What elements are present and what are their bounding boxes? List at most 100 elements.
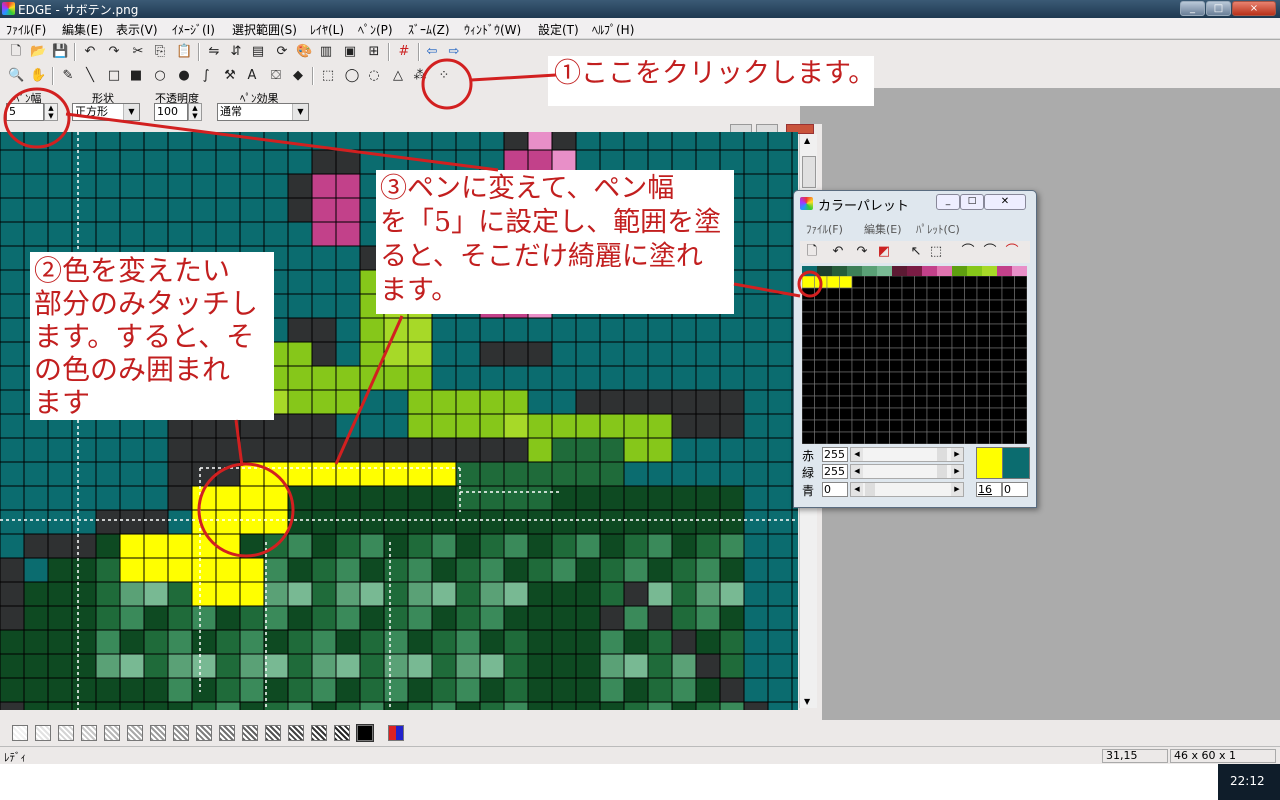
hammer-icon[interactable]: ⚒ [222, 68, 238, 84]
minimize-button[interactable]: _ [1180, 1, 1205, 16]
scroll-up-icon[interactable]: ▲ [804, 136, 810, 145]
opacity-spinner[interactable]: ▲ ▼ [188, 103, 202, 121]
palette-select-icon[interactable]: ⬚ [928, 244, 944, 260]
scroll-thumb[interactable] [802, 156, 816, 188]
palette-icon[interactable]: 🎨 [296, 44, 312, 60]
pattern-swatch[interactable] [173, 725, 189, 741]
grid-icon[interactable]: # [396, 44, 412, 60]
pattern-swatch[interactable] [242, 725, 258, 741]
pattern-swatch[interactable] [219, 725, 235, 741]
filled-rect-icon[interactable]: ■ [128, 68, 144, 84]
palette-redo-icon[interactable]: ↷ [854, 244, 870, 260]
palette-close-button[interactable]: ✕ [984, 194, 1026, 210]
close-button[interactable]: × [1232, 1, 1276, 16]
curve-icon[interactable]: ∫ [198, 68, 214, 84]
menu-settings[interactable]: 設定(T) [538, 21, 579, 38]
select-rect-icon[interactable]: ⬚ [320, 68, 336, 84]
circle-icon[interactable]: ○ [152, 68, 168, 84]
select-poly-icon[interactable]: △ [390, 68, 406, 84]
pen-effect-select[interactable]: 通常 ▼ [217, 103, 309, 121]
rect-icon[interactable]: □ [106, 68, 122, 84]
pattern-swatch[interactable] [12, 725, 28, 741]
palette-menu-palette[interactable]: ﾊﾟﾚｯﾄ(C) [916, 221, 960, 237]
bucket-icon[interactable]: ⛋ [268, 68, 284, 84]
prev-icon[interactable]: ⇦ [424, 44, 440, 60]
open-icon[interactable]: 📂 [30, 44, 46, 60]
pattern-swatch[interactable] [58, 725, 74, 741]
blue-slider[interactable]: ◀ ▶ [850, 482, 964, 497]
copy-icon[interactable]: ⎘ [152, 44, 168, 60]
pattern-swatch[interactable] [150, 725, 166, 741]
hand-icon[interactable]: ✋ [30, 68, 46, 84]
scroll-down-icon[interactable]: ▼ [804, 697, 810, 706]
paste-icon[interactable]: 📋 [176, 44, 192, 60]
pattern-swatch[interactable] [288, 725, 304, 741]
zoom-icon[interactable]: 🔍 [8, 68, 24, 84]
palette-menu-edit[interactable]: 編集(E) [864, 221, 902, 237]
filled-circle-icon[interactable]: ● [176, 68, 192, 84]
palette-undo-icon[interactable]: ↶ [830, 244, 846, 260]
palette-gradient3-icon[interactable]: ⌒ [1004, 244, 1020, 260]
pattern-swatch[interactable] [311, 725, 327, 741]
palette-maximize-button[interactable]: □ [960, 194, 984, 210]
red-value[interactable]: 255 [822, 447, 848, 462]
pen-width-spinner[interactable]: ▲ ▼ [44, 103, 58, 121]
palette-gradient1-icon[interactable]: ⌒ [960, 244, 976, 260]
image-icon[interactable]: ▣ [342, 44, 358, 60]
shape-select[interactable]: 正方形 ▼ [72, 103, 140, 121]
next-icon[interactable]: ⇨ [446, 44, 462, 60]
palette-gradient2-icon[interactable]: ⌒ [982, 244, 998, 260]
menu-edit[interactable]: 編集(E) [62, 21, 103, 38]
menu-image[interactable]: ｲﾒｰｼﾞ(I) [172, 21, 215, 38]
palette-menu-file[interactable]: ﾌｧｲﾙ(F) [806, 221, 843, 237]
menu-file[interactable]: ﾌｧｲﾙ(F) [6, 21, 46, 38]
pattern-swatch[interactable] [196, 725, 212, 741]
magic-wand-icon[interactable]: ⁂ [412, 68, 428, 84]
palette-color-icon[interactable]: ◩ [876, 244, 892, 260]
palette-color-grid[interactable] [802, 276, 1027, 444]
green-slider[interactable]: ◀ ▶ [850, 464, 964, 479]
scale-icon[interactable]: ▤ [250, 44, 266, 60]
menu-window[interactable]: ｳｨﾝﾄﾞｳ(W) [464, 21, 521, 38]
undo-icon[interactable]: ↶ [82, 44, 98, 60]
palette-new-icon[interactable]: 🗋 [804, 244, 820, 260]
select-circle-icon[interactable]: ◯ [344, 68, 360, 84]
pattern-swatch[interactable] [104, 725, 120, 741]
menu-pen[interactable]: ﾍﾟﾝ(P) [358, 21, 393, 38]
text-icon[interactable]: A [244, 68, 260, 84]
pen-icon[interactable]: ✎ [60, 68, 76, 84]
preview-icon[interactable]: ⊞ [366, 44, 382, 60]
rotate-icon[interactable]: ⟳ [274, 44, 290, 60]
palette-pointer-icon[interactable]: ↖ [908, 244, 924, 260]
menu-help[interactable]: ﾍﾙﾌﾟ(H) [592, 21, 634, 38]
menu-view[interactable]: 表示(V) [116, 21, 158, 38]
pen-width-input[interactable]: 5 [6, 103, 44, 121]
pattern-swatch[interactable] [356, 724, 374, 742]
menu-zoom[interactable]: ｽﾞｰﾑ(Z) [408, 21, 450, 38]
menu-layer[interactable]: ﾚｲﾔ(L) [310, 21, 344, 38]
red-slider[interactable]: ◀ ▶ [850, 447, 964, 462]
pattern-swatch[interactable] [127, 725, 143, 741]
line-icon[interactable]: ╲ [82, 68, 98, 84]
palette-minimize-button[interactable]: _ [936, 194, 960, 210]
redo-icon[interactable]: ↷ [106, 44, 122, 60]
pattern-swatch[interactable] [334, 725, 350, 741]
layer-icon[interactable]: ▥ [318, 44, 334, 60]
menu-selection[interactable]: 選択範囲(S) [232, 21, 297, 38]
pattern-swatch[interactable] [35, 725, 51, 741]
flip-v-icon[interactable]: ⇵ [228, 44, 244, 60]
pattern-swatch[interactable] [265, 725, 281, 741]
save-icon[interactable]: 💾 [52, 44, 68, 60]
flip-h-icon[interactable]: ⇋ [206, 44, 222, 60]
color-select-icon[interactable]: ⁘ [436, 68, 452, 84]
cut-icon[interactable]: ✂ [130, 44, 146, 60]
opacity-input[interactable]: 100 [154, 103, 188, 121]
fill-icon[interactable]: ◆ [290, 68, 306, 84]
new-icon[interactable]: 🗋 [8, 44, 24, 60]
green-value[interactable]: 255 [822, 464, 848, 479]
pattern-swatch[interactable] [81, 725, 97, 741]
maximize-button[interactable]: □ [1206, 1, 1231, 16]
pattern-color-icon[interactable] [388, 725, 404, 741]
lasso-icon[interactable]: ◌ [366, 68, 382, 84]
blue-value[interactable]: 0 [822, 482, 848, 497]
